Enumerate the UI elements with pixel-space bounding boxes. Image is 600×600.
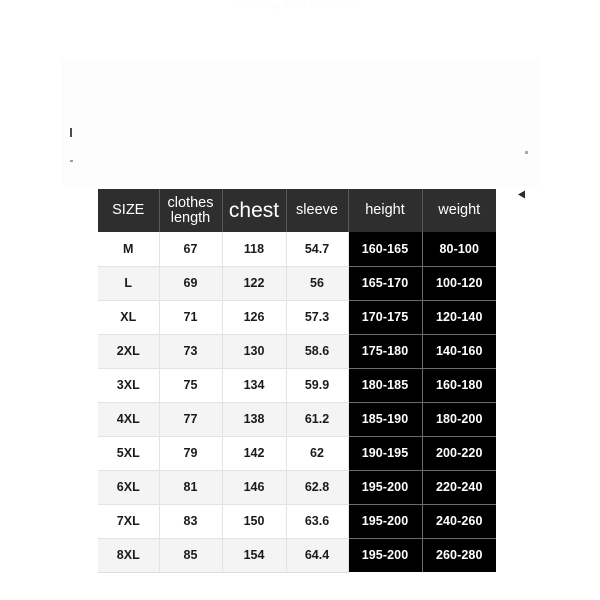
table-cell-sleeve: 56 (286, 266, 349, 301)
table-row: 2XL 73 130 58.6 175-180 140-160 (98, 334, 496, 369)
column-header-clothes-length: clothes length (159, 189, 223, 232)
table-cell-sleeve: 62 (286, 436, 349, 471)
table-cell-weight: 120-140 (422, 300, 496, 335)
table-cell-weight: 160-180 (422, 368, 496, 403)
table-cell-length: 71 (159, 300, 223, 335)
table-row: XL 71 126 57.3 170-175 120-140 (98, 300, 496, 335)
size-chart-header: SIZE clothes length chest sleeve height … (98, 189, 496, 232)
table-cell-sleeve: 54.7 (286, 232, 349, 267)
table-cell-height: 195-200 (348, 470, 423, 505)
table-row: 7XL 83 150 63.6 195-200 240-260 (98, 504, 496, 539)
table-cell-size: 2XL (98, 334, 160, 369)
table-cell-length: 67 (159, 232, 223, 267)
table-cell-length: 85 (159, 538, 223, 573)
artifact-mark-left-bar (70, 128, 72, 137)
column-header-size: SIZE (98, 189, 160, 232)
upper-blank-panel (62, 58, 540, 186)
table-row: L 69 122 56 165-170 100-120 (98, 266, 496, 301)
table-cell-sleeve: 61.2 (286, 402, 349, 437)
table-cell-sleeve: 63.6 (286, 504, 349, 539)
table-cell-length: 83 (159, 504, 223, 539)
table-cell-size: 7XL (98, 504, 160, 539)
table-row: 8XL 85 154 64.4 195-200 260-280 (98, 538, 496, 573)
size-chart-body: M 67 118 54.7 160-165 80-100 L 69 122 56 165-170 10… (98, 232, 496, 573)
table-cell-sleeve: 62.8 (286, 470, 349, 505)
table-cell-height: 190-195 (348, 436, 423, 471)
table-cell-size: XL (98, 300, 160, 335)
header-row: SIZE clothes length chest sleeve height … (98, 189, 496, 232)
column-header-sleeve: sleeve (286, 189, 349, 232)
table-cell-weight: 180-200 (422, 402, 496, 437)
table-cell-height: 175-180 (348, 334, 423, 369)
table-row: 5XL 79 142 62 190-195 200-220 (98, 436, 496, 471)
column-header-clothes-length-line1: clothes (167, 194, 214, 211)
table-cell-sleeve: 57.3 (286, 300, 349, 335)
table-cell-height: 170-175 (348, 300, 423, 335)
column-header-size-line1: SIZE (112, 202, 145, 219)
table-cell-sleeve: 58.6 (286, 334, 349, 369)
table-row: 6XL 81 146 62.8 195-200 220-240 (98, 470, 496, 505)
table-cell-chest: 146 (222, 470, 287, 505)
column-header-chest-line1: chest (228, 198, 280, 222)
table-cell-sleeve: 64.4 (286, 538, 349, 573)
table-cell-height: 185-190 (348, 402, 423, 437)
column-header-height: height (348, 189, 423, 232)
table-row: 3XL 75 134 59.9 180-185 160-180 (98, 368, 496, 403)
column-header-weight-line1: weight (438, 202, 481, 219)
arrow-left-icon (518, 190, 525, 199)
table-cell-weight: 220-240 (422, 470, 496, 505)
column-header-weight: weight (422, 189, 496, 232)
table-cell-length: 81 (159, 470, 223, 505)
table-cell-height: 195-200 (348, 504, 423, 539)
artifact-mark-right-dot (525, 151, 528, 154)
table-cell-length: 69 (159, 266, 223, 301)
artifact-mark-left-dot (70, 160, 73, 162)
table-cell-chest: 122 (222, 266, 287, 301)
table-cell-chest: 118 (222, 232, 287, 267)
table-cell-weight: 80-100 (422, 232, 496, 267)
table-cell-sleeve: 59.9 (286, 368, 349, 403)
table-cell-weight: 100-120 (422, 266, 496, 301)
table-cell-weight: 140-160 (422, 334, 496, 369)
table-cell-chest: 154 (222, 538, 287, 573)
table-cell-length: 75 (159, 368, 223, 403)
table-cell-chest: 138 (222, 402, 287, 437)
table-cell-size: M (98, 232, 160, 267)
table-cell-size: L (98, 266, 160, 301)
table-cell-weight: 200-220 (422, 436, 496, 471)
table-cell-height: 180-185 (348, 368, 423, 403)
size-chart-table: SIZE clothes length chest sleeve height … (98, 189, 496, 573)
table-row: 4XL 77 138 61.2 185-190 180-200 (98, 402, 496, 437)
table-cell-chest: 126 (222, 300, 287, 335)
table-row: M 67 118 54.7 160-165 80-100 (98, 232, 496, 267)
table-cell-length: 73 (159, 334, 223, 369)
column-header-height-line1: height (365, 202, 405, 219)
table-cell-size: 4XL (98, 402, 160, 437)
table-cell-chest: 130 (222, 334, 287, 369)
table-cell-chest: 150 (222, 504, 287, 539)
table-cell-size: 5XL (98, 436, 160, 471)
column-header-sleeve-line1: sleeve (296, 202, 338, 219)
faint-top-watermark-text: clothing size reference (238, 0, 362, 11)
table-cell-size: 8XL (98, 538, 160, 573)
column-header-clothes-length-line2: length (170, 209, 211, 226)
table-cell-length: 77 (159, 402, 223, 437)
table-cell-weight: 260-280 (422, 538, 496, 572)
table-cell-size: 6XL (98, 470, 160, 505)
table-cell-size: 3XL (98, 368, 160, 403)
table-cell-height: 195-200 (348, 538, 423, 572)
table-cell-length: 79 (159, 436, 223, 471)
table-cell-weight: 240-260 (422, 504, 496, 539)
column-header-chest: chest (222, 189, 287, 232)
table-cell-height: 165-170 (348, 266, 423, 301)
table-cell-height: 160-165 (348, 232, 423, 267)
table-cell-chest: 134 (222, 368, 287, 403)
table-cell-chest: 142 (222, 436, 287, 471)
